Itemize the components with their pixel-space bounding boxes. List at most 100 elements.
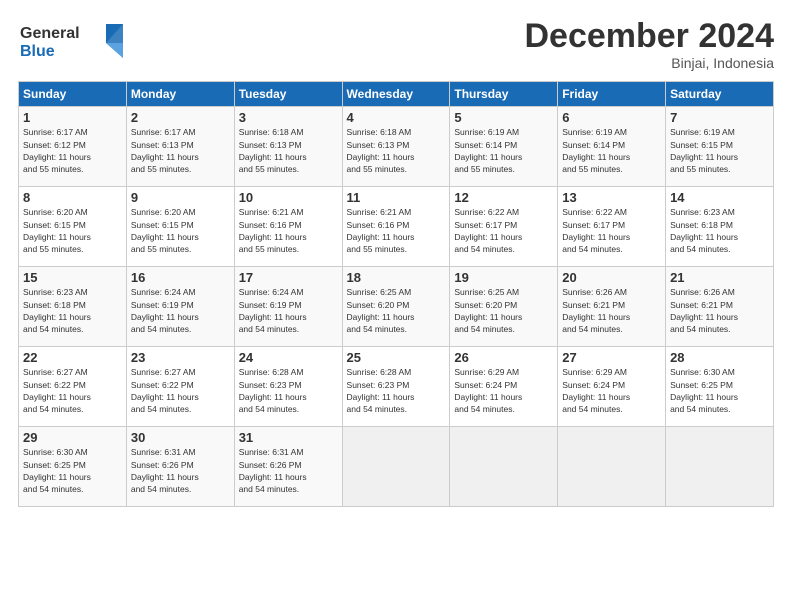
calendar-cell xyxy=(342,427,450,507)
day-info: Sunrise: 6:30 AM Sunset: 6:25 PM Dayligh… xyxy=(670,366,769,415)
day-info: Sunrise: 6:27 AM Sunset: 6:22 PM Dayligh… xyxy=(23,366,122,415)
day-number: 13 xyxy=(562,190,661,205)
calendar-cell: 13Sunrise: 6:22 AM Sunset: 6:17 PM Dayli… xyxy=(558,187,666,267)
calendar-week-2: 8Sunrise: 6:20 AM Sunset: 6:15 PM Daylig… xyxy=(19,187,774,267)
day-number: 25 xyxy=(347,350,446,365)
day-info: Sunrise: 6:28 AM Sunset: 6:23 PM Dayligh… xyxy=(239,366,338,415)
day-number: 10 xyxy=(239,190,338,205)
calendar-cell: 29Sunrise: 6:30 AM Sunset: 6:25 PM Dayli… xyxy=(19,427,127,507)
calendar-week-5: 29Sunrise: 6:30 AM Sunset: 6:25 PM Dayli… xyxy=(19,427,774,507)
day-number: 2 xyxy=(131,110,230,125)
day-number: 3 xyxy=(239,110,338,125)
calendar-table: SundayMondayTuesdayWednesdayThursdayFrid… xyxy=(18,81,774,507)
day-info: Sunrise: 6:18 AM Sunset: 6:13 PM Dayligh… xyxy=(347,126,446,175)
day-number: 26 xyxy=(454,350,553,365)
day-number: 15 xyxy=(23,270,122,285)
svg-text:Blue: Blue xyxy=(20,43,55,60)
day-number: 1 xyxy=(23,110,122,125)
header-cell-monday: Monday xyxy=(126,82,234,107)
day-number: 23 xyxy=(131,350,230,365)
calendar-cell: 2Sunrise: 6:17 AM Sunset: 6:13 PM Daylig… xyxy=(126,107,234,187)
calendar-cell: 14Sunrise: 6:23 AM Sunset: 6:18 PM Dayli… xyxy=(666,187,774,267)
calendar-cell: 1Sunrise: 6:17 AM Sunset: 6:12 PM Daylig… xyxy=(19,107,127,187)
calendar-cell: 27Sunrise: 6:29 AM Sunset: 6:24 PM Dayli… xyxy=(558,347,666,427)
day-info: Sunrise: 6:21 AM Sunset: 6:16 PM Dayligh… xyxy=(239,206,338,255)
calendar-cell xyxy=(450,427,558,507)
header-cell-friday: Friday xyxy=(558,82,666,107)
calendar-cell: 17Sunrise: 6:24 AM Sunset: 6:19 PM Dayli… xyxy=(234,267,342,347)
day-info: Sunrise: 6:28 AM Sunset: 6:23 PM Dayligh… xyxy=(347,366,446,415)
day-info: Sunrise: 6:29 AM Sunset: 6:24 PM Dayligh… xyxy=(562,366,661,415)
header-cell-thursday: Thursday xyxy=(450,82,558,107)
day-number: 5 xyxy=(454,110,553,125)
day-info: Sunrise: 6:22 AM Sunset: 6:17 PM Dayligh… xyxy=(562,206,661,255)
day-number: 17 xyxy=(239,270,338,285)
calendar-cell: 9Sunrise: 6:20 AM Sunset: 6:15 PM Daylig… xyxy=(126,187,234,267)
calendar-cell: 20Sunrise: 6:26 AM Sunset: 6:21 PM Dayli… xyxy=(558,267,666,347)
day-info: Sunrise: 6:24 AM Sunset: 6:19 PM Dayligh… xyxy=(239,286,338,335)
day-number: 30 xyxy=(131,430,230,445)
calendar-week-1: 1Sunrise: 6:17 AM Sunset: 6:12 PM Daylig… xyxy=(19,107,774,187)
day-info: Sunrise: 6:21 AM Sunset: 6:16 PM Dayligh… xyxy=(347,206,446,255)
header-cell-wednesday: Wednesday xyxy=(342,82,450,107)
day-info: Sunrise: 6:26 AM Sunset: 6:21 PM Dayligh… xyxy=(562,286,661,335)
day-info: Sunrise: 6:20 AM Sunset: 6:15 PM Dayligh… xyxy=(23,206,122,255)
svg-text:General: General xyxy=(20,25,80,42)
day-number: 28 xyxy=(670,350,769,365)
day-number: 9 xyxy=(131,190,230,205)
day-number: 4 xyxy=(347,110,446,125)
calendar-cell xyxy=(666,427,774,507)
day-info: Sunrise: 6:25 AM Sunset: 6:20 PM Dayligh… xyxy=(454,286,553,335)
day-number: 14 xyxy=(670,190,769,205)
day-number: 21 xyxy=(670,270,769,285)
day-number: 18 xyxy=(347,270,446,285)
day-info: Sunrise: 6:23 AM Sunset: 6:18 PM Dayligh… xyxy=(670,206,769,255)
calendar-cell: 10Sunrise: 6:21 AM Sunset: 6:16 PM Dayli… xyxy=(234,187,342,267)
day-number: 7 xyxy=(670,110,769,125)
day-info: Sunrise: 6:24 AM Sunset: 6:19 PM Dayligh… xyxy=(131,286,230,335)
day-number: 31 xyxy=(239,430,338,445)
day-number: 12 xyxy=(454,190,553,205)
day-number: 16 xyxy=(131,270,230,285)
calendar-cell: 25Sunrise: 6:28 AM Sunset: 6:23 PM Dayli… xyxy=(342,347,450,427)
day-number: 20 xyxy=(562,270,661,285)
day-number: 22 xyxy=(23,350,122,365)
day-info: Sunrise: 6:27 AM Sunset: 6:22 PM Dayligh… xyxy=(131,366,230,415)
header-cell-tuesday: Tuesday xyxy=(234,82,342,107)
calendar-cell: 8Sunrise: 6:20 AM Sunset: 6:15 PM Daylig… xyxy=(19,187,127,267)
day-number: 24 xyxy=(239,350,338,365)
calendar-cell: 22Sunrise: 6:27 AM Sunset: 6:22 PM Dayli… xyxy=(19,347,127,427)
day-info: Sunrise: 6:17 AM Sunset: 6:13 PM Dayligh… xyxy=(131,126,230,175)
day-number: 6 xyxy=(562,110,661,125)
location: Binjai, Indonesia xyxy=(524,55,774,71)
calendar-cell: 31Sunrise: 6:31 AM Sunset: 6:26 PM Dayli… xyxy=(234,427,342,507)
calendar-cell: 12Sunrise: 6:22 AM Sunset: 6:17 PM Dayli… xyxy=(450,187,558,267)
header: General Blue December 2024 Binjai, Indon… xyxy=(18,18,774,71)
logo-svg: General Blue xyxy=(18,18,128,62)
calendar-cell: 15Sunrise: 6:23 AM Sunset: 6:18 PM Dayli… xyxy=(19,267,127,347)
calendar-cell: 28Sunrise: 6:30 AM Sunset: 6:25 PM Dayli… xyxy=(666,347,774,427)
calendar-cell: 5Sunrise: 6:19 AM Sunset: 6:14 PM Daylig… xyxy=(450,107,558,187)
calendar-cell: 4Sunrise: 6:18 AM Sunset: 6:13 PM Daylig… xyxy=(342,107,450,187)
day-info: Sunrise: 6:31 AM Sunset: 6:26 PM Dayligh… xyxy=(239,446,338,495)
day-info: Sunrise: 6:19 AM Sunset: 6:14 PM Dayligh… xyxy=(454,126,553,175)
calendar-cell: 23Sunrise: 6:27 AM Sunset: 6:22 PM Dayli… xyxy=(126,347,234,427)
calendar-week-4: 22Sunrise: 6:27 AM Sunset: 6:22 PM Dayli… xyxy=(19,347,774,427)
day-number: 19 xyxy=(454,270,553,285)
day-info: Sunrise: 6:31 AM Sunset: 6:26 PM Dayligh… xyxy=(131,446,230,495)
day-info: Sunrise: 6:22 AM Sunset: 6:17 PM Dayligh… xyxy=(454,206,553,255)
calendar-cell xyxy=(558,427,666,507)
day-info: Sunrise: 6:20 AM Sunset: 6:15 PM Dayligh… xyxy=(131,206,230,255)
day-info: Sunrise: 6:18 AM Sunset: 6:13 PM Dayligh… xyxy=(239,126,338,175)
header-row: SundayMondayTuesdayWednesdayThursdayFrid… xyxy=(19,82,774,107)
month-title: December 2024 xyxy=(524,18,774,55)
header-cell-sunday: Sunday xyxy=(19,82,127,107)
day-number: 8 xyxy=(23,190,122,205)
day-info: Sunrise: 6:25 AM Sunset: 6:20 PM Dayligh… xyxy=(347,286,446,335)
day-info: Sunrise: 6:30 AM Sunset: 6:25 PM Dayligh… xyxy=(23,446,122,495)
calendar-cell: 7Sunrise: 6:19 AM Sunset: 6:15 PM Daylig… xyxy=(666,107,774,187)
calendar-cell: 11Sunrise: 6:21 AM Sunset: 6:16 PM Dayli… xyxy=(342,187,450,267)
calendar-cell: 21Sunrise: 6:26 AM Sunset: 6:21 PM Dayli… xyxy=(666,267,774,347)
title-block: December 2024 Binjai, Indonesia xyxy=(524,18,774,71)
day-info: Sunrise: 6:26 AM Sunset: 6:21 PM Dayligh… xyxy=(670,286,769,335)
